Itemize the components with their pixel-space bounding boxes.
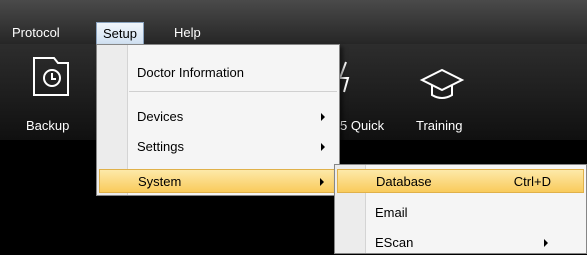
menu-item-settings[interactable]: Settings [99, 135, 337, 159]
menu-item-label: System [138, 174, 182, 189]
chevron-right-icon [321, 143, 325, 151]
backup-label: Backup [26, 118, 70, 133]
menu-item-label: Database [376, 174, 432, 189]
system-submenu: Database Ctrl+D Email EScan [334, 164, 587, 254]
menu-item-escan[interactable]: EScan [337, 231, 584, 255]
menu-item-doctor-information[interactable]: Doctor Information [99, 61, 337, 85]
backup-icon [33, 57, 69, 96]
quick-label: 5 Quick [340, 118, 385, 133]
menu-protocol[interactable]: Protocol [6, 22, 66, 44]
menu-item-email[interactable]: Email [337, 201, 584, 225]
menu-separator [129, 91, 337, 92]
menu-item-label: Devices [137, 109, 184, 124]
chevron-right-icon [320, 178, 324, 186]
menu-item-label: Doctor Information [137, 65, 244, 80]
menu-item-label: EScan [375, 235, 414, 250]
training-label: Training [416, 118, 463, 133]
menu-item-label: Settings [137, 139, 184, 154]
shortcut-label: Ctrl+D [513, 174, 551, 189]
menu-bar: Protocol Setup Help [0, 0, 587, 45]
chevron-right-icon [544, 239, 548, 247]
menu-item-label: Email [375, 205, 408, 220]
chevron-right-icon [321, 113, 325, 121]
menu-setup[interactable]: Setup [96, 22, 144, 45]
setup-menu: Doctor Information Devices Settings Syst… [96, 44, 340, 196]
lightning-icon [338, 61, 350, 93]
menu-item-devices[interactable]: Devices [99, 105, 337, 129]
menu-item-database[interactable]: Database Ctrl+D [337, 169, 584, 193]
graduation-cap-icon [419, 68, 465, 99]
menu-help[interactable]: Help [168, 22, 207, 44]
menu-item-system[interactable]: System [99, 169, 337, 193]
